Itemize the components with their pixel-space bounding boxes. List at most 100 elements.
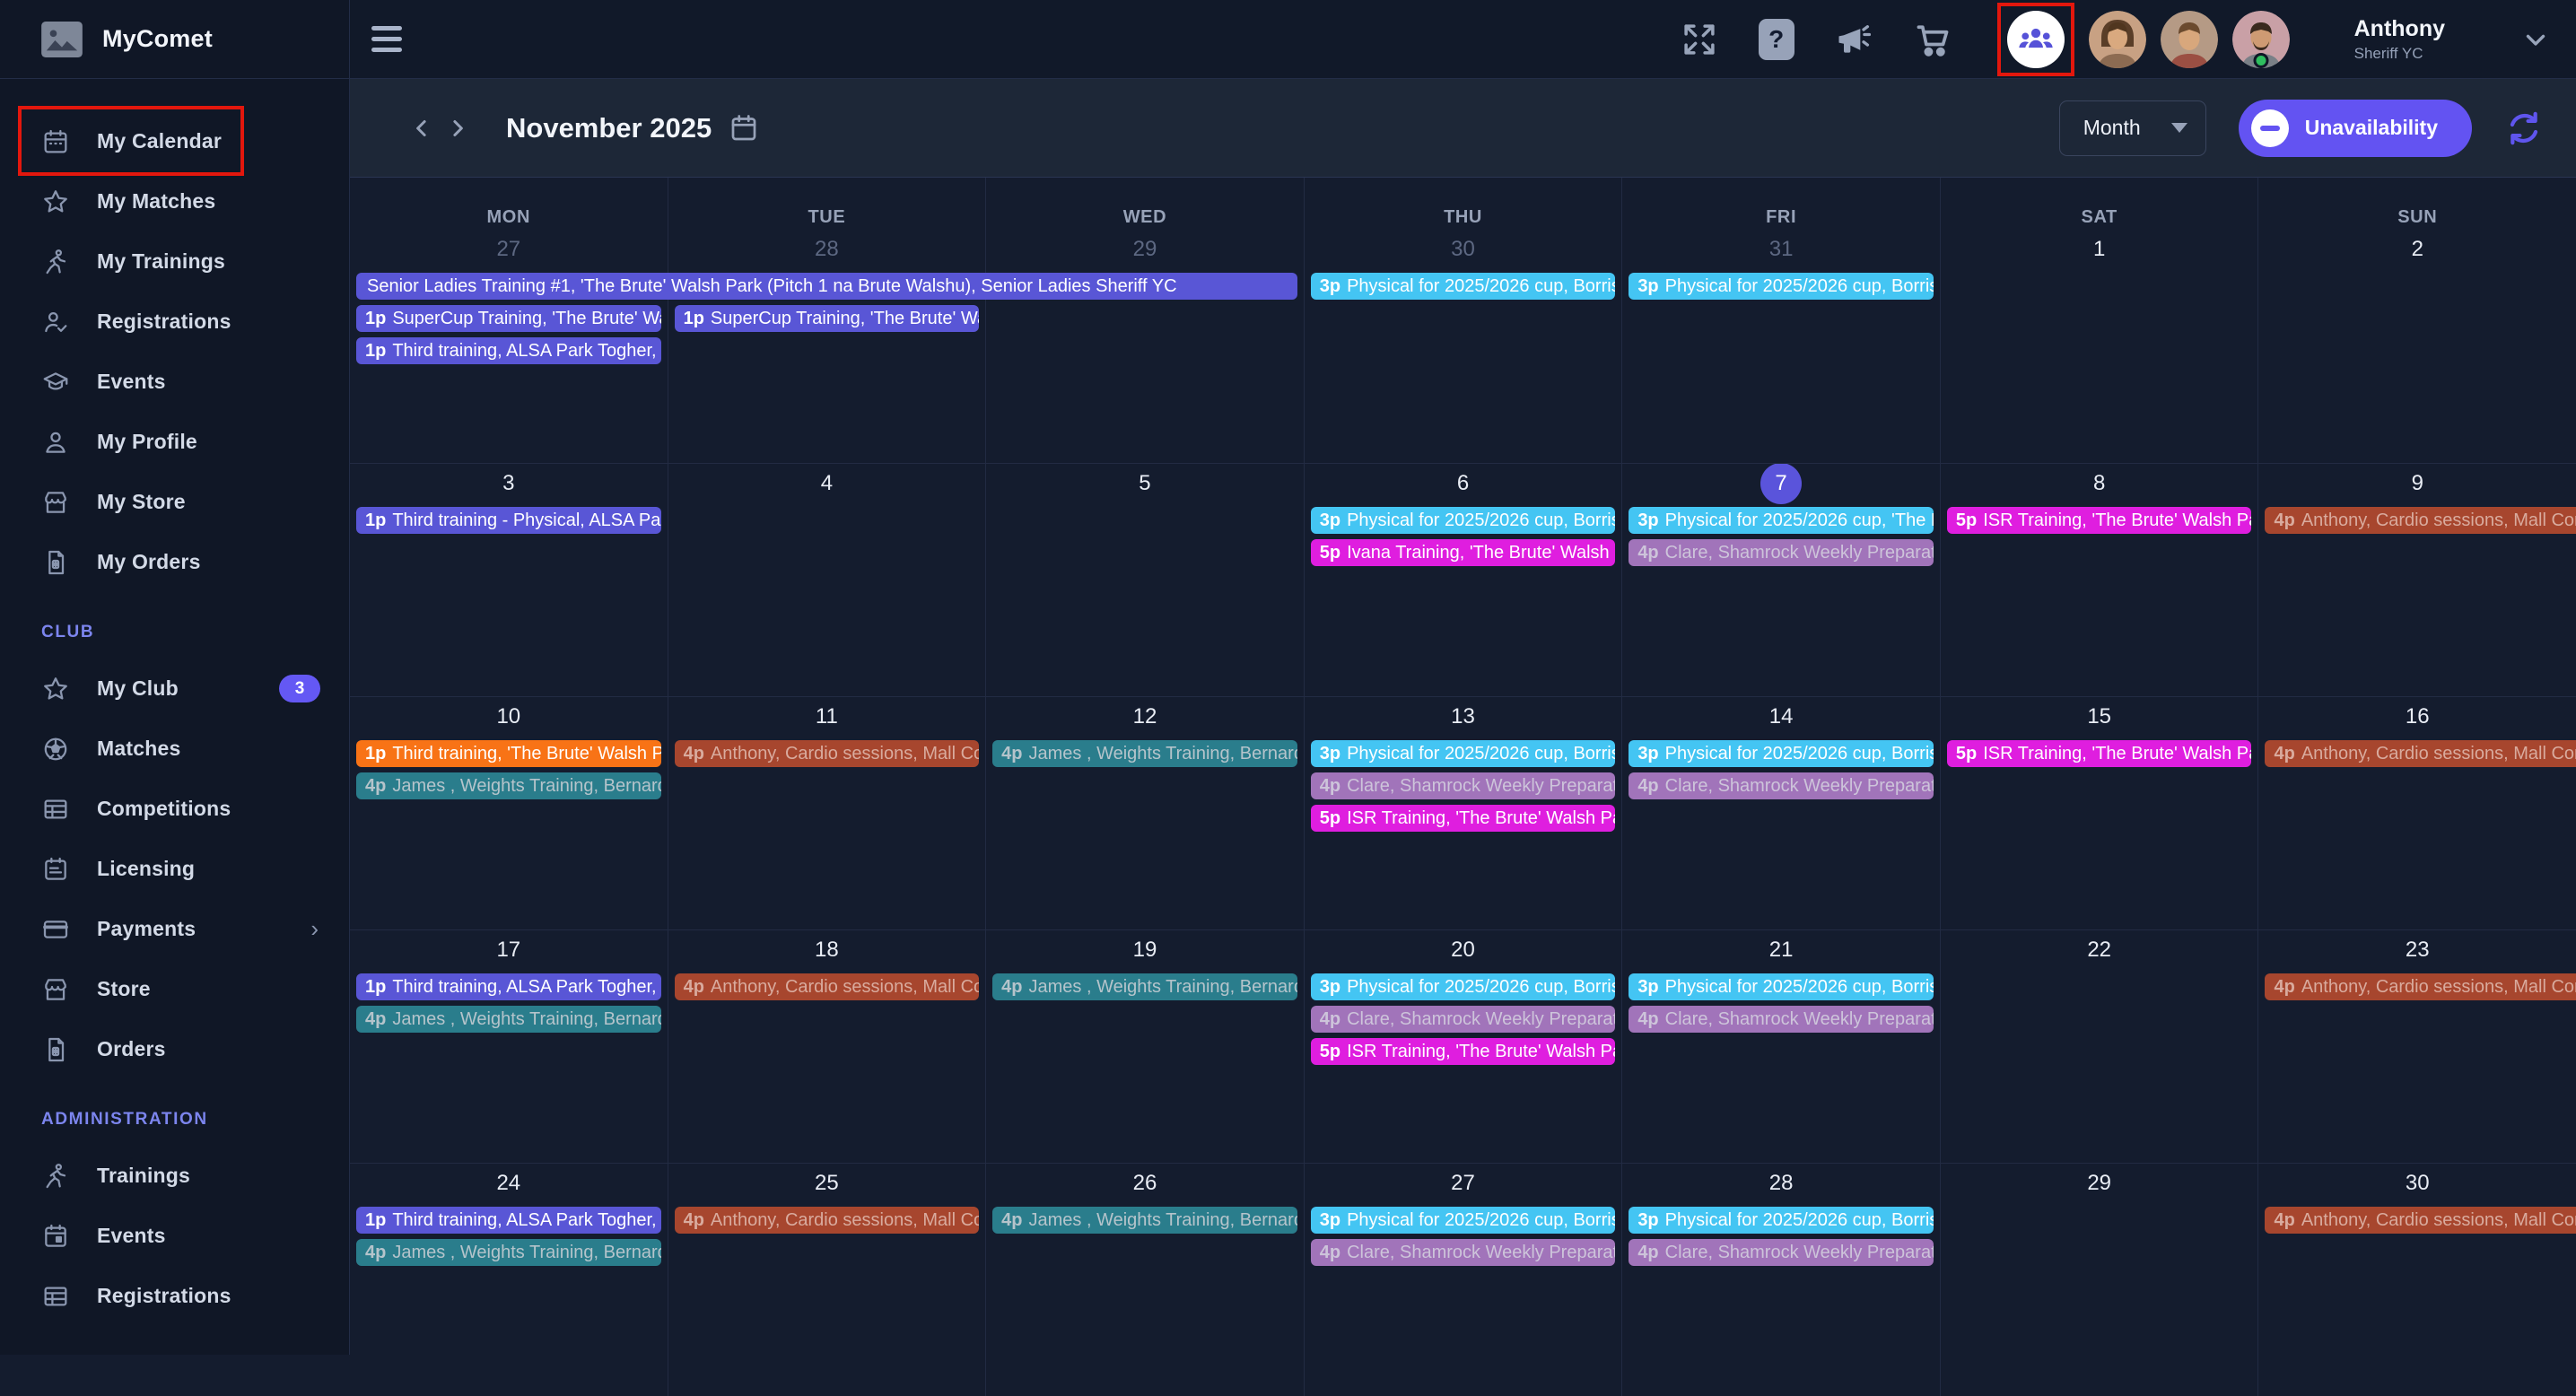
avatar-photo-1[interactable]	[2089, 11, 2146, 68]
day-cell-5[interactable]: 5	[985, 464, 1304, 696]
sidebar-item-payments[interactable]: Payments›	[0, 899, 349, 959]
day-cell-6[interactable]: 63pPhysical for 2025/2026 cup, Borris C5…	[1304, 464, 1622, 696]
day-cell-28[interactable]: 281pSuperCup Training, 'The Brute' Walsh	[668, 230, 986, 463]
calendar-event[interactable]: 3pPhysical for 2025/2026 cup, Borris C	[1311, 507, 1616, 534]
calendar-event[interactable]: 3pPhysical for 2025/2026 cup, Borris C	[1629, 273, 1934, 300]
calendar-event[interactable]: 1pThird training, ALSA Park Togher, Ser	[356, 1207, 661, 1234]
sidebar-item-licensing[interactable]: Licensing	[0, 839, 349, 899]
sidebar-item-store[interactable]: Store	[0, 959, 349, 1019]
calendar-event[interactable]: 4pAnthony, Cardio sessions, Mall Com	[2265, 973, 2576, 1000]
day-cell-1[interactable]: 1	[1940, 230, 2258, 463]
calendar-event[interactable]: 4pJames , Weights Training, Bernard C	[356, 1006, 661, 1033]
calendar-event[interactable]: 1pThird training, ALSA Park Togher, Ser	[356, 973, 661, 1000]
calendar-event[interactable]: 3pPhysical for 2025/2026 cup, Borris C	[1629, 740, 1934, 767]
calendar-event[interactable]: 3pPhysical for 2025/2026 cup, Borris C	[1311, 273, 1616, 300]
calendar-event[interactable]: 4pClare, Shamrock Weekly Preparation	[1629, 772, 1934, 799]
day-cell-18[interactable]: 184pAnthony, Cardio sessions, Mall Com	[668, 930, 986, 1163]
day-cell-4[interactable]: 4	[668, 464, 986, 696]
day-cell-27[interactable]: 271pSuperCup Training, 'The Brute' Walsh…	[350, 230, 668, 463]
calendar-event[interactable]: 5pISR Training, 'The Brute' Walsh Park	[1311, 805, 1616, 832]
sidebar-item-competitions[interactable]: Competitions	[0, 779, 349, 839]
day-cell-27[interactable]: 273pPhysical for 2025/2026 cup, Borris C…	[1304, 1164, 1622, 1396]
day-cell-29[interactable]: 29	[985, 230, 1304, 463]
day-cell-21[interactable]: 213pPhysical for 2025/2026 cup, Borris C…	[1621, 930, 1940, 1163]
calendar-event[interactable]: 4pClare, Shamrock Weekly Preparation	[1311, 772, 1616, 799]
sidebar-item-my-calendar[interactable]: My Calendar	[0, 111, 349, 171]
calendar-event[interactable]: 4pClare, Shamrock Weekly Preparation	[1629, 1239, 1934, 1266]
calendar-event[interactable]: 1pThird training, ALSA Park Togher, Ser	[356, 337, 661, 364]
calendar-event[interactable]: 3pPhysical for 2025/2026 cup, 'The Bru	[1629, 507, 1934, 534]
day-cell-23[interactable]: 234pAnthony, Cardio sessions, Mall Com	[2257, 930, 2576, 1163]
prev-month-button[interactable]	[404, 110, 440, 146]
calendar-event[interactable]: 5pIvana Training, 'The Brute' Walsh Par	[1311, 539, 1616, 566]
cart-icon[interactable]	[1913, 20, 1952, 59]
day-cell-7[interactable]: 73pPhysical for 2025/2026 cup, 'The Bru4…	[1621, 464, 1940, 696]
announcement-icon[interactable]	[1834, 20, 1873, 59]
sidebar-item-my-matches[interactable]: My Matches	[0, 171, 349, 231]
view-mode-select[interactable]: Month	[2059, 100, 2206, 156]
user-menu[interactable]: Anthony Sheriff YC	[2354, 15, 2445, 63]
calendar-picker-icon[interactable]	[728, 112, 760, 144]
group-avatar-button[interactable]	[2007, 11, 2065, 68]
day-cell-3[interactable]: 31pThird training - Physical, ALSA Park …	[350, 464, 668, 696]
calendar-event[interactable]: 4pClare, Shamrock Weekly Preparation	[1311, 1239, 1616, 1266]
calendar-event[interactable]: 4pAnthony, Cardio sessions, Mall Com	[675, 740, 980, 767]
day-cell-11[interactable]: 114pAnthony, Cardio sessions, Mall Com	[668, 697, 986, 929]
fullscreen-icon[interactable]	[1680, 20, 1719, 59]
calendar-event[interactable]: 4pJames , Weights Training, Bernard C	[992, 973, 1297, 1000]
day-cell-19[interactable]: 194pJames , Weights Training, Bernard C	[985, 930, 1304, 1163]
sidebar-item-my-orders[interactable]: My Orders	[0, 532, 349, 592]
sidebar-item-registrations[interactable]: Registrations	[0, 1266, 349, 1326]
calendar-event[interactable]: 1pThird training - Physical, ALSA Park '	[356, 507, 661, 534]
calendar-event[interactable]: 3pPhysical for 2025/2026 cup, Borris C	[1629, 973, 1934, 1000]
calendar-event[interactable]: 4pAnthony, Cardio sessions, Mall Com	[675, 973, 980, 1000]
day-cell-30[interactable]: 304pAnthony, Cardio sessions, Mall Com	[2257, 1164, 2576, 1396]
sidebar-item-trainings[interactable]: Trainings	[0, 1146, 349, 1206]
calendar-event[interactable]: 5pISR Training, 'The Brute' Walsh Park	[1311, 1038, 1616, 1065]
calendar-event[interactable]: 1pSuperCup Training, 'The Brute' Walsh	[675, 305, 980, 332]
menu-toggle-button[interactable]	[371, 24, 407, 55]
day-cell-15[interactable]: 155pISR Training, 'The Brute' Walsh Park	[1940, 697, 2258, 929]
calendar-event[interactable]: 3pPhysical for 2025/2026 cup, Borris C	[1311, 740, 1616, 767]
calendar-event[interactable]: 4pClare, Shamrock Weekly Preparation	[1311, 1006, 1616, 1033]
day-cell-29[interactable]: 29	[1940, 1164, 2258, 1396]
calendar-event[interactable]: 3pPhysical for 2025/2026 cup, Borris C	[1311, 1207, 1616, 1234]
day-cell-24[interactable]: 241pThird training, ALSA Park Togher, Se…	[350, 1164, 668, 1396]
day-cell-26[interactable]: 264pJames , Weights Training, Bernard C	[985, 1164, 1304, 1396]
calendar-event[interactable]: 4pAnthony, Cardio sessions, Mall Com	[2265, 1207, 2576, 1234]
sidebar-item-matches[interactable]: Matches	[0, 719, 349, 779]
sidebar-item-my-store[interactable]: My Store	[0, 472, 349, 532]
calendar-event[interactable]: 4pJames , Weights Training, Bernard C	[356, 1239, 661, 1266]
day-cell-20[interactable]: 203pPhysical for 2025/2026 cup, Borris C…	[1304, 930, 1622, 1163]
calendar-event[interactable]: 5pISR Training, 'The Brute' Walsh Park	[1947, 740, 2252, 767]
day-cell-9[interactable]: 94pAnthony, Cardio sessions, Mall Com	[2257, 464, 2576, 696]
help-icon[interactable]: ?	[1759, 19, 1794, 60]
day-cell-14[interactable]: 143pPhysical for 2025/2026 cup, Borris C…	[1621, 697, 1940, 929]
day-cell-25[interactable]: 254pAnthony, Cardio sessions, Mall Com	[668, 1164, 986, 1396]
avatar-photo-2[interactable]	[2161, 11, 2218, 68]
calendar-event[interactable]: 3pPhysical for 2025/2026 cup, Borris C	[1629, 1207, 1934, 1234]
calendar-event[interactable]: 5pISR Training, 'The Brute' Walsh Park	[1947, 507, 2252, 534]
calendar-event[interactable]: 4pJames , Weights Training, Bernard C	[992, 1207, 1297, 1234]
day-cell-12[interactable]: 124pJames , Weights Training, Bernard C	[985, 697, 1304, 929]
multiday-event[interactable]: Senior Ladies Training #1, 'The Brute' W…	[356, 273, 1297, 300]
day-cell-10[interactable]: 101pThird training, 'The Brute' Walsh Pa…	[350, 697, 668, 929]
next-month-button[interactable]	[440, 110, 476, 146]
day-cell-28[interactable]: 283pPhysical for 2025/2026 cup, Borris C…	[1621, 1164, 1940, 1396]
day-cell-13[interactable]: 133pPhysical for 2025/2026 cup, Borris C…	[1304, 697, 1622, 929]
sidebar-item-my-trainings[interactable]: My Trainings	[0, 231, 349, 292]
sidebar-item-events[interactable]: Events	[0, 352, 349, 412]
sidebar-item-orders[interactable]: Orders	[0, 1019, 349, 1079]
avatar-photo-3[interactable]	[2232, 11, 2290, 68]
sidebar-item-my-club[interactable]: My Club3	[0, 659, 349, 719]
day-cell-31[interactable]: 313pPhysical for 2025/2026 cup, Borris C	[1621, 230, 1940, 463]
day-cell-17[interactable]: 171pThird training, ALSA Park Togher, Se…	[350, 930, 668, 1163]
calendar-event[interactable]: 4pJames , Weights Training, Bernard C	[992, 740, 1297, 767]
day-cell-2[interactable]: 2	[2257, 230, 2576, 463]
day-cell-8[interactable]: 85pISR Training, 'The Brute' Walsh Park	[1940, 464, 2258, 696]
calendar-event[interactable]: 4pJames , Weights Training, Bernard C	[356, 772, 661, 799]
calendar-event[interactable]: 4pAnthony, Cardio sessions, Mall Com	[2265, 507, 2576, 534]
calendar-event[interactable]: 4pClare, Shamrock Weekly Preparation	[1629, 1006, 1934, 1033]
sidebar-item-my-profile[interactable]: My Profile	[0, 412, 349, 472]
calendar-event[interactable]: 1pSuperCup Training, 'The Brute' Walsh	[356, 305, 661, 332]
